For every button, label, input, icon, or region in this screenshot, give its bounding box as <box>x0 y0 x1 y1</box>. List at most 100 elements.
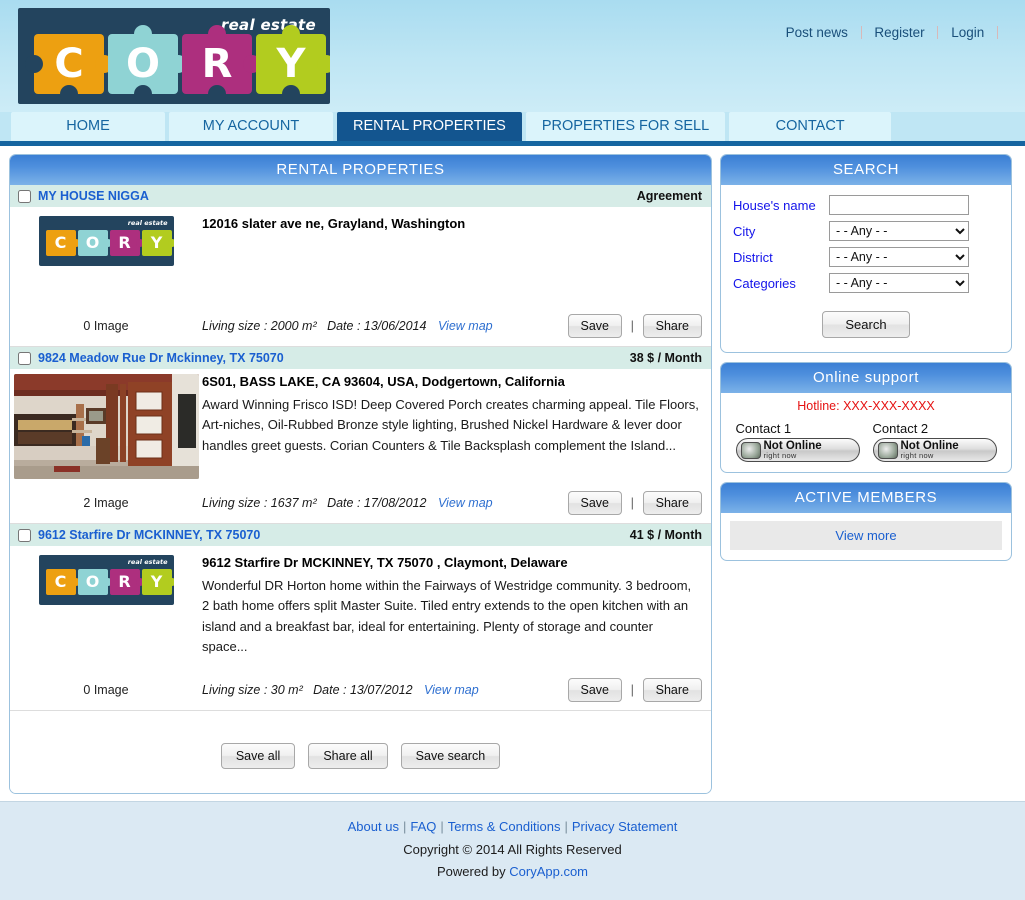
listing-actions: Save | Share <box>567 314 702 338</box>
listing-thumb-wrap <box>10 372 202 479</box>
tab-my-account[interactable]: MY ACCOUNT <box>169 112 333 141</box>
listing-address: 12016 slater ave ne, Grayland, Washingto… <box>202 216 466 231</box>
status-line-2: right now <box>763 451 797 460</box>
thumb-tagline: real estate <box>127 558 168 566</box>
active-members-panel: ACTIVE MEMBERS View more <box>720 482 1012 561</box>
site-logo[interactable]: real estate C O R Y <box>18 8 330 104</box>
footer-powered: Powered by CoryApp.com <box>0 861 1025 884</box>
logo-piece-r: R <box>182 25 261 103</box>
listing-meta-info: Living size : 2000 m² Date : 13/06/2014 … <box>202 319 568 333</box>
listing-description: Wonderful DR Horton home within the Fair… <box>202 577 692 655</box>
field-city: City - - Any - - <box>733 221 999 241</box>
link-post-news[interactable]: Post news <box>786 25 848 40</box>
listing-title-link[interactable]: MY HOUSE NIGGA <box>38 189 637 203</box>
field-house-name: House's name <box>733 195 999 215</box>
sidebar: SEARCH House's name City - - Any - - Dis… <box>720 154 1012 570</box>
tab-properties-for-sell[interactable]: PROPERTIES FOR SELL <box>525 112 726 141</box>
footer-link-faq[interactable]: FAQ <box>410 819 436 834</box>
rental-properties-panel: RENTAL PROPERTIES MY HOUSE NIGGA Agreeme… <box>9 154 712 794</box>
property-interior-photo <box>13 374 199 479</box>
listing-thumbnail-photo[interactable] <box>13 374 199 479</box>
listing-date: Date : 17/08/2012 <box>327 496 427 510</box>
messenger-icon <box>877 441 898 459</box>
thumb-piece-c: C <box>45 230 80 256</box>
footer-link-privacy[interactable]: Privacy Statement <box>572 819 678 834</box>
listing-checkbox[interactable] <box>18 189 31 203</box>
share-button[interactable]: Share <box>642 677 702 702</box>
top-links: Post news Register Login <box>786 25 1007 40</box>
select-city[interactable]: - - Any - - <box>829 221 969 241</box>
listing-right-label: Agreement <box>636 189 702 203</box>
select-district[interactable]: - - Any - - <box>829 247 969 267</box>
listing-description: Award Winning Frisco ISD! Deep Covered P… <box>202 396 699 453</box>
contact-item: Contact 2 Not Online right now <box>872 421 997 462</box>
contact-status-badge[interactable]: Not Online right now <box>872 438 997 462</box>
listing-header: 9612 Starfire Dr MCKINNEY, TX 75070 41 $… <box>10 524 711 547</box>
field-label: City <box>733 223 756 239</box>
contact-item: Contact 1 Not Online right now <box>735 421 860 462</box>
field-label: District <box>733 249 773 265</box>
view-map-link[interactable]: View map <box>424 683 479 697</box>
listing-title-link[interactable]: 9612 Starfire Dr MCKINNEY, TX 75070 <box>38 528 630 542</box>
save-button[interactable]: Save <box>567 491 622 515</box>
link-register[interactable]: Register <box>874 25 924 40</box>
footer-links: About us | FAQ | Terms & Conditions | Privacy … <box>0 816 1025 839</box>
save-button[interactable]: Save <box>567 314 622 338</box>
listing-detail: 6S01, BASS LAKE, CA 93604, USA, Dodgerto… <box>202 372 711 479</box>
contact-name: Contact 1 <box>735 421 792 436</box>
listing-body: real estate C O R Y <box>10 208 711 266</box>
listing-actions: Save | Share <box>567 491 702 515</box>
save-search-button[interactable]: Save search <box>400 742 501 769</box>
listing-meta-info: Living size : 30 m² Date : 13/07/2012 Vi… <box>202 683 568 697</box>
listing-title-link[interactable]: 9824 Meadow Rue Dr Mckinney, TX 75070 <box>38 351 630 365</box>
listing-actions: Save | Share <box>567 677 702 702</box>
link-login[interactable]: Login <box>951 25 984 40</box>
search-input-house-name[interactable] <box>829 195 969 215</box>
members-panel-title: ACTIVE MEMBERS <box>721 483 1011 513</box>
view-more-link[interactable]: View more <box>730 521 1002 550</box>
listing-item: 9824 Meadow Rue Dr Mckinney, TX 75070 38… <box>10 347 711 524</box>
thumb-tagline: real estate <box>127 219 168 227</box>
search-button[interactable]: Search <box>822 311 910 338</box>
select-categories[interactable]: - - Any - - <box>829 273 969 293</box>
main-column: RENTAL PROPERTIES MY HOUSE NIGGA Agreeme… <box>9 154 712 794</box>
listing-meta-info: Living size : 1637 m² Date : 17/08/2012 … <box>202 496 568 510</box>
field-district: District - - Any - - <box>733 247 999 267</box>
share-button[interactable]: Share <box>642 314 702 338</box>
field-label: House's name <box>733 197 816 213</box>
hotline-text: Hotline: XXX-XXX-XXXX <box>797 399 935 413</box>
listing-body: real estate C O R Y <box>10 547 711 658</box>
share-all-button[interactable]: Share all <box>308 742 388 769</box>
listing-image-count: 0 Image <box>83 682 129 697</box>
link-separator <box>937 26 939 39</box>
share-button[interactable]: Share <box>642 491 702 515</box>
action-separator: | <box>630 495 635 510</box>
logo-tagline: real estate <box>220 16 316 34</box>
thumb-puzzle-row: C O R Y <box>45 569 174 595</box>
footer-copyright: Copyright © 2014 All Rights Reserved <box>403 841 622 857</box>
tab-rental-properties[interactable]: RENTAL PROPERTIES <box>337 112 522 141</box>
footer-link-terms[interactable]: Terms & Conditions <box>448 819 561 834</box>
save-all-button[interactable]: Save all <box>220 742 296 769</box>
footer-separator: | <box>402 818 407 834</box>
view-map-link[interactable]: View map <box>438 319 493 333</box>
logo-piece-c: C <box>25 34 113 103</box>
view-map-link[interactable]: View map <box>438 496 493 510</box>
listing-thumbnail-logo[interactable]: real estate C O R Y <box>38 555 174 605</box>
members-body: View more <box>721 513 1011 560</box>
site-footer: About us | FAQ | Terms & Conditions | Privacy … <box>0 800 1025 900</box>
listing-thumbnail-logo[interactable]: real estate C O R Y <box>38 216 174 266</box>
listing-checkbox[interactable] <box>18 528 31 542</box>
listing-meta-row: 2 Image Living size : 1637 m² Date : 17/… <box>10 485 711 524</box>
tab-home[interactable]: HOME <box>11 112 165 141</box>
logo-puzzle-row: C O R Y <box>25 25 330 103</box>
listing-detail: 9612 Starfire Dr MCKINNEY, TX 75070 , Cl… <box>202 553 711 658</box>
footer-link-about-us[interactable]: About us <box>348 819 399 834</box>
tab-contact[interactable]: CONTACT <box>729 112 892 141</box>
listing-checkbox[interactable] <box>18 351 31 365</box>
powered-link[interactable]: CoryApp.com <box>509 864 588 879</box>
link-separator <box>997 26 998 39</box>
contact-status-badge[interactable]: Not Online right now <box>735 438 860 462</box>
save-button[interactable]: Save <box>567 677 622 702</box>
action-separator: | <box>630 318 635 333</box>
